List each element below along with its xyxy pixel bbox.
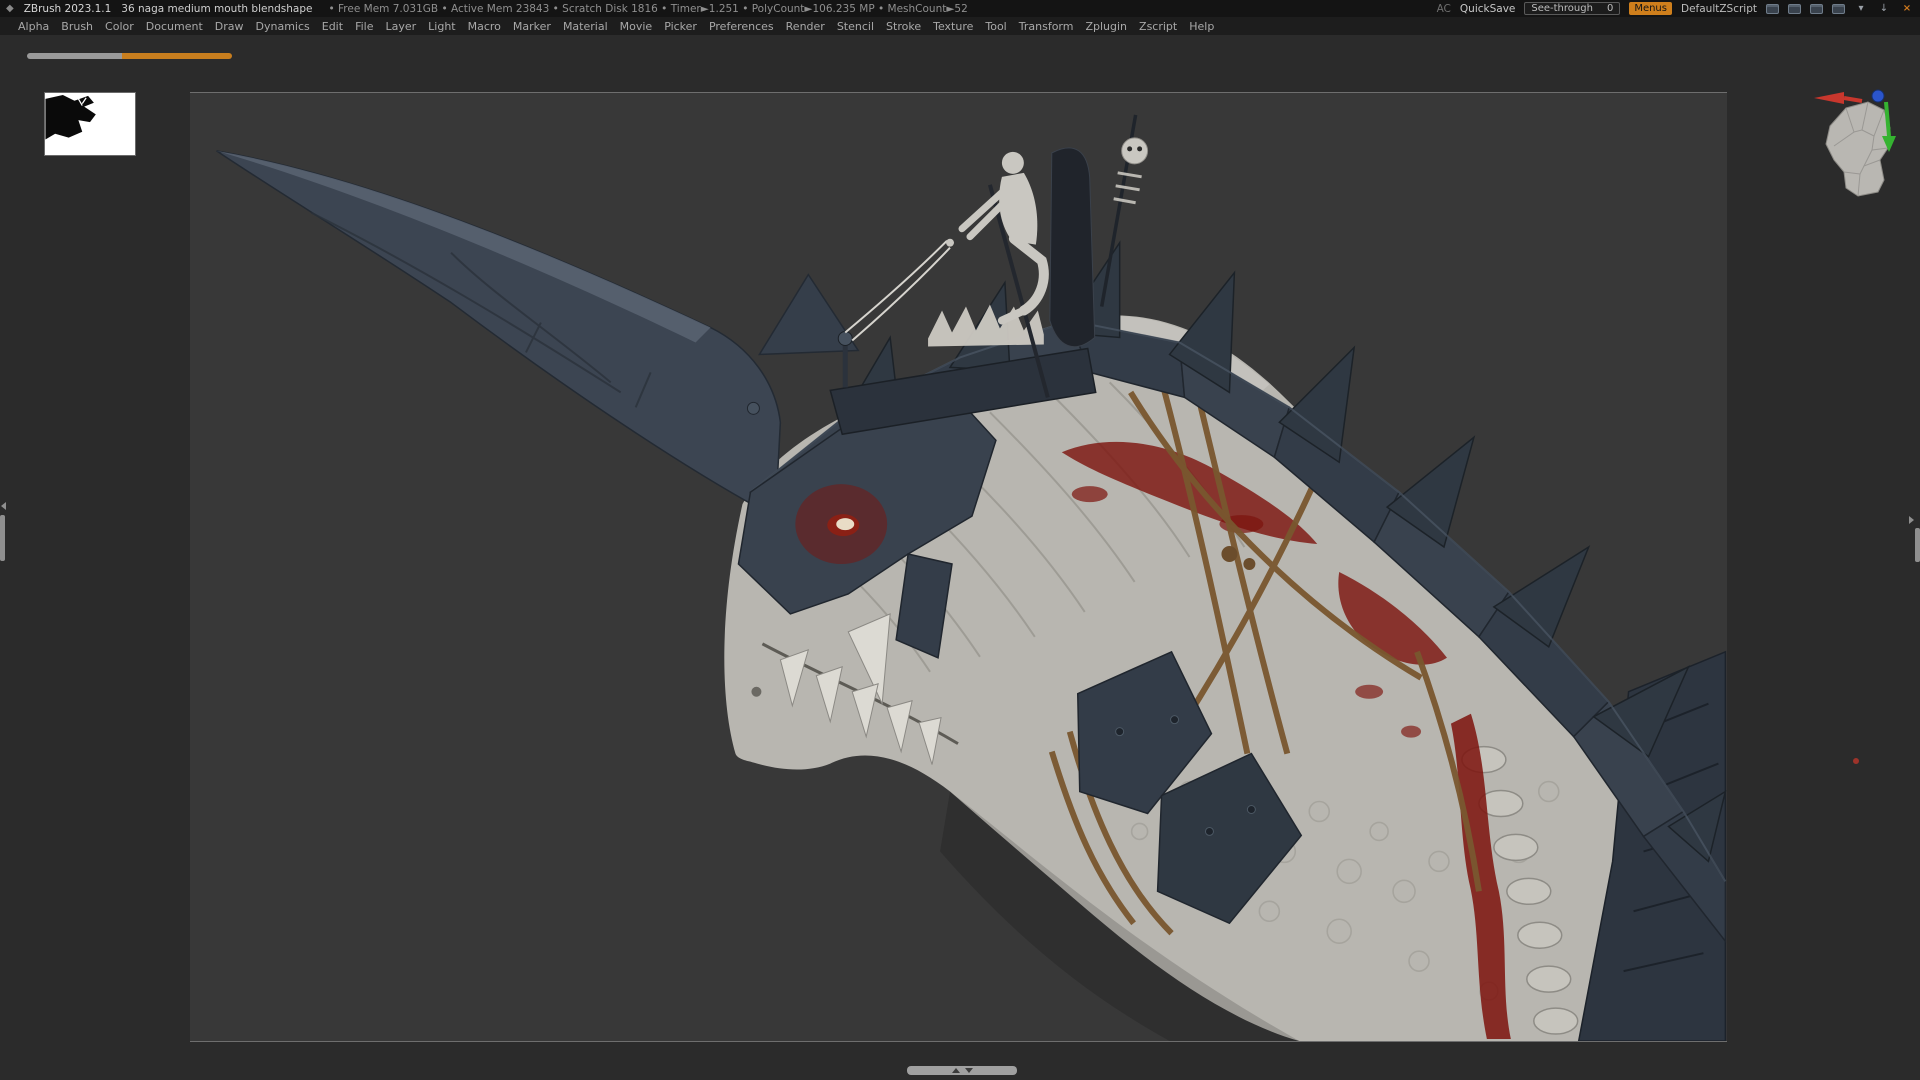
menu-item-transform[interactable]: Transform xyxy=(1013,20,1080,33)
document-canvas[interactable] xyxy=(190,92,1727,1042)
menu-item-macro[interactable]: Macro xyxy=(462,20,507,33)
menus-button[interactable]: Menus xyxy=(1629,2,1672,15)
menu-item-document[interactable]: Document xyxy=(140,20,209,33)
x-axis-arrow-icon[interactable] xyxy=(1814,92,1862,104)
menu-item-dynamics[interactable]: Dynamics xyxy=(250,20,316,33)
pivot-indicator-dot xyxy=(1853,758,1859,764)
menu-item-stroke[interactable]: Stroke xyxy=(880,20,927,33)
menu-item-stencil[interactable]: Stencil xyxy=(831,20,880,33)
layout-icon-2[interactable] xyxy=(1788,4,1801,14)
alpha-thumbnail[interactable] xyxy=(44,92,136,156)
rider-reins xyxy=(845,241,950,341)
default-zscript-label: DefaultZScript xyxy=(1681,3,1757,15)
menu-item-zscript[interactable]: Zscript xyxy=(1133,20,1183,33)
left-edge-arrow-icon[interactable] xyxy=(1,502,6,510)
menu-item-preferences[interactable]: Preferences xyxy=(703,20,780,33)
right-edge-arrow-icon[interactable] xyxy=(1909,516,1914,524)
banner xyxy=(1050,148,1095,347)
menu-item-material[interactable]: Material xyxy=(557,20,614,33)
menu-item-light[interactable]: Light xyxy=(422,20,461,33)
titlebar: ◆ ZBrush 2023.1.1 36 naga medium mouth b… xyxy=(0,0,1920,17)
menubar: Alpha Brush Color Document Draw Dynamics… xyxy=(0,17,1920,35)
layout-icon-3[interactable] xyxy=(1810,4,1823,14)
tray-divider-gray-segment[interactable] xyxy=(27,53,122,59)
creature-eye xyxy=(795,484,887,564)
layout-icon-4[interactable] xyxy=(1832,4,1845,14)
nostril xyxy=(751,687,761,697)
menu-item-layer[interactable]: Layer xyxy=(379,20,422,33)
menu-item-file[interactable]: File xyxy=(349,20,379,33)
app-version-label: ZBrush 2023.1.1 xyxy=(24,3,112,15)
menu-item-edit[interactable]: Edit xyxy=(316,20,349,33)
menu-item-tool[interactable]: Tool xyxy=(979,20,1012,33)
see-through-label: See-through xyxy=(1531,3,1593,14)
minimize-icon[interactable]: ↓ xyxy=(1877,3,1891,14)
ac-indicator: AC xyxy=(1437,3,1451,15)
menu-item-color[interactable]: Color xyxy=(99,20,140,33)
menu-item-brush[interactable]: Brush xyxy=(55,20,99,33)
gizmo-head-model xyxy=(1826,102,1890,196)
scroll-down-arrow-icon xyxy=(965,1068,973,1073)
alpha-silhouette xyxy=(45,93,135,155)
see-through-slider[interactable]: See-through 0 xyxy=(1524,2,1620,15)
right-scroll-handle[interactable] xyxy=(1915,528,1920,562)
horizontal-scroll-handle[interactable] xyxy=(907,1066,1017,1075)
menu-item-draw[interactable]: Draw xyxy=(209,20,250,33)
sculpt-viewport-render[interactable] xyxy=(190,93,1727,1041)
menu-item-picker[interactable]: Picker xyxy=(658,20,703,33)
menu-item-alpha[interactable]: Alpha xyxy=(12,20,55,33)
z-axis-dot-icon[interactable] xyxy=(1872,90,1884,102)
menu-item-help[interactable]: Help xyxy=(1183,20,1220,33)
layout-icon-1[interactable] xyxy=(1766,4,1779,14)
tray-divider-handle[interactable] xyxy=(27,53,232,59)
memory-stats-label: • Free Mem 7.031GB • Active Mem 23843 • … xyxy=(328,3,967,15)
close-icon[interactable]: × xyxy=(1900,3,1914,14)
left-scroll-handle[interactable] xyxy=(0,515,5,561)
quicksave-button[interactable]: QuickSave xyxy=(1460,3,1515,15)
menu-item-movie[interactable]: Movie xyxy=(614,20,659,33)
document-name-label: 36 naga medium mouth blendshape xyxy=(121,3,312,15)
menu-item-zplugin[interactable]: Zplugin xyxy=(1079,20,1133,33)
menu-item-texture[interactable]: Texture xyxy=(927,20,979,33)
menu-item-marker[interactable]: Marker xyxy=(507,20,557,33)
creature-horn xyxy=(217,151,781,517)
see-through-value: 0 xyxy=(1607,3,1613,14)
titlebar-right-cluster: AC QuickSave See-through 0 Menus Default… xyxy=(1437,2,1914,15)
tray-divider-orange-segment[interactable] xyxy=(122,53,232,59)
camera-nav-gizmo[interactable] xyxy=(1800,88,1910,208)
collapse-arrow-icon[interactable]: ▾ xyxy=(1854,3,1868,14)
menu-item-render[interactable]: Render xyxy=(780,20,831,33)
zbrush-logo-icon: ◆ xyxy=(6,3,14,14)
scroll-up-arrow-icon xyxy=(952,1068,960,1073)
rider-head xyxy=(1002,152,1024,174)
